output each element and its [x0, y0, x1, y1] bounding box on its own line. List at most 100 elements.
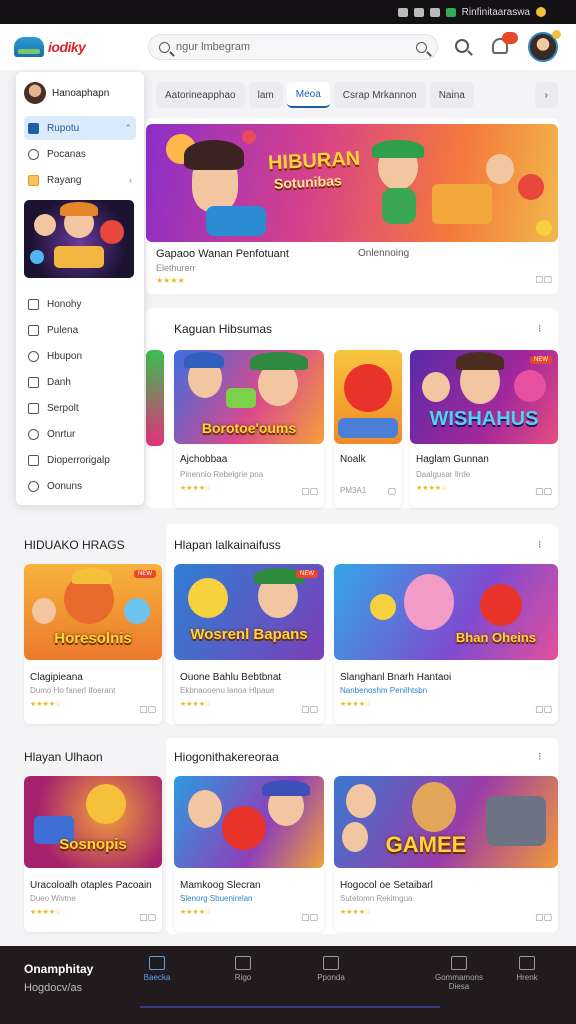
card-actions-icon[interactable]: ▢▢ [535, 912, 552, 923]
game-card-partial[interactable] [146, 350, 164, 446]
list-icon [28, 148, 39, 160]
nav-item[interactable]: Rigo [208, 956, 278, 982]
drawer-item-label: Dioperrorigalp [47, 454, 110, 466]
card-meta: Daalgusar Ilrde [416, 470, 471, 479]
drawer-item-rayang[interactable]: Rayang › [24, 168, 136, 192]
chip-category[interactable]: Aatorineapphao [156, 82, 245, 108]
chip-category-active[interactable]: Meoa [286, 82, 330, 108]
card-actions-icon[interactable]: ▢ [387, 486, 396, 497]
game-card[interactable]: Noalk PM3A1 ▢ [334, 350, 402, 508]
nav-label: Hrenk [516, 973, 538, 982]
drawer-item[interactable]: Dioperrorigalp [24, 448, 136, 472]
drawer-item[interactable]: Danh [24, 370, 136, 394]
help-icon [28, 480, 39, 492]
card-actions-icon[interactable]: ▢▢ [301, 486, 318, 497]
nav-item[interactable]: Hrenk [492, 956, 562, 982]
logo[interactable]: iodiky [14, 37, 144, 57]
status-bar: Rinfinitaaraswa [0, 0, 576, 24]
card-title: Slanghanl Bnarh Hantaoi [340, 672, 452, 683]
search-icon[interactable] [455, 39, 469, 53]
drawer-item-rupotu[interactable]: Rupotu ⌃ [24, 116, 136, 140]
card-art-title: Wosrenl Bapans [190, 626, 308, 643]
drawer-item-label: Rayang [47, 174, 82, 186]
notification-badge [502, 32, 518, 44]
nav-active-indicator [140, 1006, 440, 1008]
status-text: Rinfinitaaraswa [461, 6, 530, 18]
document-icon [28, 324, 39, 336]
nav-label: Pponda [317, 973, 345, 982]
card-actions-icon[interactable]: ▢▢ [139, 704, 156, 715]
card-actions-icon[interactable]: ▢▢ [535, 274, 552, 285]
settings-icon [28, 428, 39, 440]
drawer-item[interactable]: Serpolt [24, 396, 136, 420]
card-actions-icon[interactable]: ▢▢ [139, 912, 156, 923]
drawer-item-label: Hbupon [47, 350, 83, 362]
search-input[interactable]: ngur lmbegram [148, 34, 438, 60]
hero-banner[interactable]: HIBURAN Sotunibas [146, 124, 558, 242]
drawer-item-label: Danh [47, 376, 71, 388]
chip-category[interactable]: Naina [429, 82, 474, 108]
chevron-right-icon[interactable]: › [534, 82, 558, 108]
card-actions-icon[interactable]: ▢▢ [535, 704, 552, 715]
game-card[interactable]: Mamkoog Slecran Slenorg Sbuenirelan ★★★★… [174, 776, 324, 932]
rating-stars-icon: ★★★★☆ [340, 909, 372, 916]
rating-stars-icon: ★★★★☆ [30, 701, 62, 708]
side-drawer: Hanoaphapn Rupotu ⌃ Pocanas Rayang › Hon… [16, 72, 144, 505]
home-icon [28, 454, 39, 466]
rating-stars-icon: ★★★★☆ [180, 909, 212, 916]
drawer-item[interactable]: Hbupon [24, 344, 136, 368]
drawer-secondary-list: Honohy Pulena Hbupon Danh Serpolt Onrtur… [24, 292, 136, 498]
search-placeholder: ngur lmbegram [176, 41, 250, 53]
chip-category[interactable]: Csrap Mrkannon [333, 82, 426, 108]
chip-category[interactable]: lam [248, 82, 283, 108]
game-card[interactable]: NEW Horesolnis Clagipieana Dumo Ho faner… [24, 564, 162, 724]
game-card[interactable]: GAMEE Hogocol oe Setaibarl Sutetomn Reki… [334, 776, 558, 932]
drawer-item[interactable]: Onrtur [24, 422, 136, 446]
new-badge: NEW [530, 356, 552, 364]
rating-stars-icon: ★★★★ [156, 276, 185, 285]
drawer-item[interactable]: Honohy [24, 292, 136, 316]
section-left-title: Hlayan Ulhaon [24, 750, 103, 764]
footer-brand-subtitle: Hogdocv/as [24, 982, 83, 994]
rating-stars-icon: ★★★★☆ [30, 909, 62, 916]
bookmark-icon [28, 376, 39, 388]
drawer-item[interactable]: Oonuns [24, 474, 136, 498]
hero-caption: Gapaoo Wanan Penfotuant [156, 248, 289, 260]
folder-icon [28, 174, 39, 186]
card-title: Ouone Bahlu Bebtbnat [180, 672, 282, 683]
more-icon[interactable]: ⁝ [538, 538, 542, 551]
card-actions-icon[interactable]: ▢▢ [301, 704, 318, 715]
game-card[interactable]: Bhan Oheins Slanghanl Bnarh Hantaoi Nanb… [334, 564, 558, 724]
drawer-promo-banner[interactable] [24, 200, 134, 278]
card-art-title: Sosnopis [59, 836, 127, 853]
drawer-item-label: Oonuns [47, 480, 83, 492]
nav-item[interactable]: Pponda [296, 956, 366, 982]
more-icon[interactable]: ⁝ [538, 750, 542, 763]
game-card[interactable]: NEW Wosrenl Bapans Ouone Bahlu Bebtbnat … [174, 564, 324, 724]
app-header: iodiky ngur lmbegram [0, 24, 576, 70]
drawer-item-pocanas[interactable]: Pocanas [24, 142, 136, 166]
category-chips: Aatorineapphao lam Meoa Csrap Mrkannon N… [156, 82, 558, 108]
card-art-title: Borotoe'oums [201, 420, 297, 436]
card-art-title: GAMEE [385, 832, 467, 857]
drawer-item[interactable]: Pulena [24, 318, 136, 342]
rating-stars-icon: ★★★★☆ [340, 701, 372, 708]
hero-card[interactable]: HIBURAN Sotunibas Gapaoo Wanan Penfotuan… [146, 118, 558, 294]
nav-label: Gommamons Diesa [434, 973, 483, 991]
game-card[interactable]: Sosnopis Uracoloalh otaples Pacoain Dueo… [24, 776, 162, 932]
new-badge: NEW [134, 570, 156, 578]
drawer-item-label: Onrtur [47, 428, 76, 440]
section-title: Hiogonithakereoraa [174, 750, 279, 764]
game-card[interactable]: NEW WISHAHUS Haglam Gunnan Daalgusar Ilr… [410, 350, 558, 508]
game-card[interactable]: Borotoe'oums Ajchobbaa Pinennlo Rebelgri… [174, 350, 324, 508]
card-actions-icon[interactable]: ▢▢ [301, 912, 318, 923]
drawer-user[interactable]: Hanoaphapn [24, 80, 136, 106]
rating-stars-icon: ★★★★☆ [180, 701, 212, 708]
more-icon[interactable]: ⁝ [538, 322, 542, 335]
nav-item-home[interactable]: Baecka [122, 956, 192, 982]
nav-item[interactable]: Gommamons Diesa [424, 956, 494, 991]
card-title: Haglam Gunnan [416, 454, 489, 465]
card-actions-icon[interactable]: ▢▢ [535, 486, 552, 497]
search-submit-icon[interactable] [416, 41, 427, 53]
logo-mark-icon [14, 37, 44, 57]
